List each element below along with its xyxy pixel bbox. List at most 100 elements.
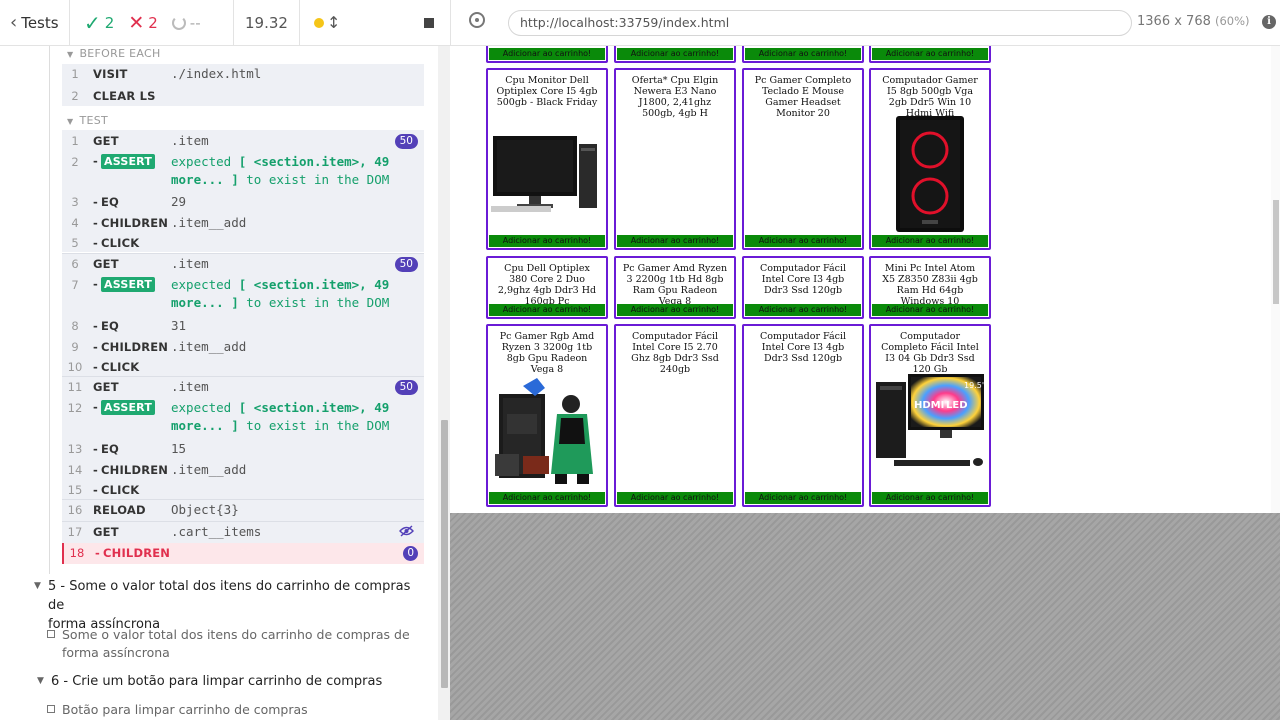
suite-title[interactable]: ▼ 6 - Crie um botão para limpar carrinho… [37, 672, 421, 691]
info-icon[interactable]: i [1262, 15, 1276, 29]
product-card: Adicionar ao carrinho! [869, 46, 991, 63]
add-to-cart-button[interactable]: Adicionar ao carrinho! [745, 235, 861, 247]
command-row[interactable]: 14 CHILDREN .item__add [62, 459, 424, 480]
command-number: 2 [71, 89, 79, 103]
test-border [49, 46, 50, 574]
test-stats: ✓ 2 ✕ 2 -- [70, 0, 234, 45]
product-title: Computador Fácil Intel Core I3 4gb Ddr3 … [759, 263, 847, 296]
command-name: EQ [93, 319, 119, 333]
command-row[interactable]: 15 CLICK [62, 480, 424, 499]
viewport-background [450, 513, 1280, 720]
command-message: .item [171, 379, 209, 394]
command-number: 10 [67, 360, 83, 374]
add-to-cart-button[interactable]: Adicionar ao carrinho! [745, 48, 861, 60]
command-row[interactable]: 5 CLICK [62, 233, 424, 252]
command-number: 7 [71, 278, 79, 292]
command-row[interactable]: 3 EQ 29 [62, 191, 424, 212]
add-to-cart-button[interactable]: Adicionar ao carrinho! [489, 48, 605, 60]
command-name: ASSERT [93, 400, 156, 415]
command-log: ▼ BEFORE EACH 1 VISIT ./index.html 2 CLEA… [0, 46, 438, 720]
command-name: EQ [93, 442, 119, 456]
failed-count: 2 [148, 13, 158, 32]
hook-test[interactable]: ▼ TEST [67, 114, 108, 127]
command-row[interactable]: 17 GET .cart__items [62, 522, 424, 543]
add-to-cart-button[interactable]: Adicionar ao carrinho! [872, 235, 988, 247]
product-card: Cpu Monitor Dell Optiplex Core I5 4gb 50… [486, 68, 608, 250]
product-card: Cpu Dell Optiplex 380 Core 2 Duo 2,9ghz … [486, 256, 608, 319]
command-row-failed[interactable]: 18 CHILDREN 0 [62, 543, 424, 564]
add-to-cart-button[interactable]: Adicionar ao carrinho! [617, 492, 733, 504]
command-name: GET [93, 257, 119, 271]
command-row[interactable]: 2 ASSERT expected [ <section.item>, 49mo… [62, 151, 424, 191]
add-to-cart-button[interactable]: Adicionar ao carrinho! [489, 492, 605, 504]
checkbox-icon [47, 705, 55, 713]
selector-playground-icon[interactable] [469, 12, 485, 28]
command-name: EQ [93, 195, 119, 209]
command-row[interactable]: 10 CLICK [62, 357, 424, 376]
add-to-cart-button[interactable]: Adicionar ao carrinho! [872, 492, 988, 504]
assert-message: expected [ <section.item>, 49 more... ] t… [171, 277, 390, 310]
product-card: Oferta* Cpu Elgin Newera E3 Nano J1800, … [614, 68, 736, 250]
command-message: .item [171, 256, 209, 271]
led-label: LED [946, 400, 968, 411]
command-number: 15 [67, 483, 83, 497]
command-number: 14 [67, 463, 83, 477]
test-item[interactable]: Some o valor total dos itens do carrinho… [47, 626, 422, 662]
run-controls: ↕ [300, 0, 450, 45]
command-row[interactable]: 1 VISIT ./index.html [62, 64, 424, 86]
add-to-cart-button[interactable]: Adicionar ao carrinho! [745, 304, 861, 316]
auto-scroll-toggle[interactable]: ↕ [314, 13, 340, 32]
command-number: 2 [71, 155, 79, 169]
command-row[interactable]: 2 CLEAR LS [62, 86, 424, 106]
command-row[interactable]: 6 GET .item 50 [62, 254, 424, 274]
command-name: CLICK [93, 360, 139, 374]
command-row[interactable]: 11 GET .item 50 [62, 377, 424, 397]
command-row[interactable]: 4 CHILDREN .item__add [62, 212, 424, 233]
status-dot-icon [314, 18, 324, 28]
product-card: Adicionar ao carrinho! [486, 46, 608, 63]
chevron-left-icon: ‹ [10, 12, 18, 33]
command-number: 1 [71, 134, 79, 148]
product-card: Computador Completo Fácil Intel I3 04 Gb… [869, 324, 991, 507]
caret-down-icon: ▼ [67, 117, 74, 126]
app-scroll-thumb[interactable] [1273, 200, 1279, 304]
app-under-test: Adicionar ao carrinho! Adicionar ao carr… [451, 46, 1280, 513]
command-message: Object{3} [171, 502, 239, 517]
add-to-cart-button[interactable]: Adicionar ao carrinho! [745, 492, 861, 504]
command-name: CLEAR LS [93, 89, 156, 103]
hook-before-each[interactable]: ▼ BEFORE EACH [67, 47, 161, 60]
add-to-cart-button[interactable]: Adicionar ao carrinho! [617, 235, 733, 247]
product-title: Computador Completo Fácil Intel I3 04 Gb… [881, 331, 979, 375]
add-to-cart-button[interactable]: Adicionar ao carrinho! [617, 48, 733, 60]
product-card: Pc Gamer Completo Teclado E Mouse Gamer … [742, 68, 864, 250]
command-name: CLICK [93, 236, 139, 250]
command-row[interactable]: 13 EQ 15 [62, 438, 424, 459]
command-row[interactable]: 8 EQ 31 [62, 315, 424, 336]
command-row[interactable]: 1 GET .item 50 [62, 130, 424, 151]
add-to-cart-button[interactable]: Adicionar ao carrinho! [489, 235, 605, 247]
command-row[interactable]: 7 ASSERT expected [ <section.item>, 49mo… [62, 274, 424, 315]
command-name: GET [93, 525, 119, 539]
command-row[interactable]: 16 RELOAD Object{3} [62, 500, 424, 521]
eye-slash-icon [399, 525, 414, 540]
url-bar[interactable]: http://localhost:33759/index.html [508, 10, 1132, 36]
tests-button[interactable]: ‹ Tests [0, 0, 70, 45]
command-row[interactable]: 12 ASSERT expected [ <section.item>, 49m… [62, 397, 424, 438]
product-card: Adicionar ao carrinho! [742, 46, 864, 63]
reporter-scroll-thumb[interactable] [441, 420, 448, 688]
add-to-cart-button[interactable]: Adicionar ao carrinho! [489, 304, 605, 316]
assert-badge: ASSERT [100, 400, 156, 415]
product-title: Computador Gamer I5 8gb 500gb Vga 2gb Dd… [882, 75, 978, 119]
command-row[interactable]: 9 CHILDREN .item__add [62, 336, 424, 357]
runner-header: http://localhost:33759/index.html 1366 x… [450, 0, 1280, 46]
cypress-runner: { "reporter": { "tests_label": "Tests", … [0, 0, 1280, 720]
product-card: Computador Gamer I5 8gb 500gb Vga 2gb Dd… [869, 68, 991, 250]
add-to-cart-button[interactable]: Adicionar ao carrinho! [872, 304, 988, 316]
command-name: CLICK [93, 483, 139, 497]
stop-icon[interactable] [424, 17, 434, 28]
add-to-cart-button[interactable]: Adicionar ao carrinho! [617, 304, 733, 316]
add-to-cart-button[interactable]: Adicionar ao carrinho! [872, 48, 988, 60]
scroll-arrows-icon: ↕ [327, 13, 341, 32]
tests-label: Tests [21, 13, 59, 32]
test-item[interactable]: Botão para limpar carrinho de compras [47, 701, 422, 719]
